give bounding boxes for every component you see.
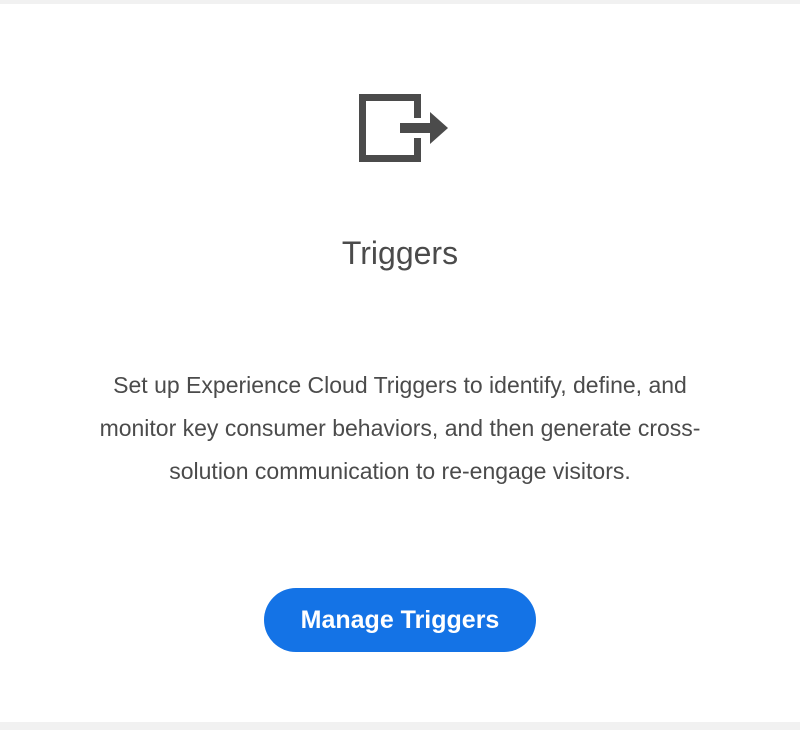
triggers-card: Triggers Set up Experience Cloud Trigger… xyxy=(0,4,800,722)
exit-arrow-icon xyxy=(355,90,449,166)
manage-triggers-button[interactable]: Manage Triggers xyxy=(264,588,536,652)
card-title: Triggers xyxy=(341,235,459,271)
card-description: Set up Experience Cloud Triggers to iden… xyxy=(99,372,701,484)
